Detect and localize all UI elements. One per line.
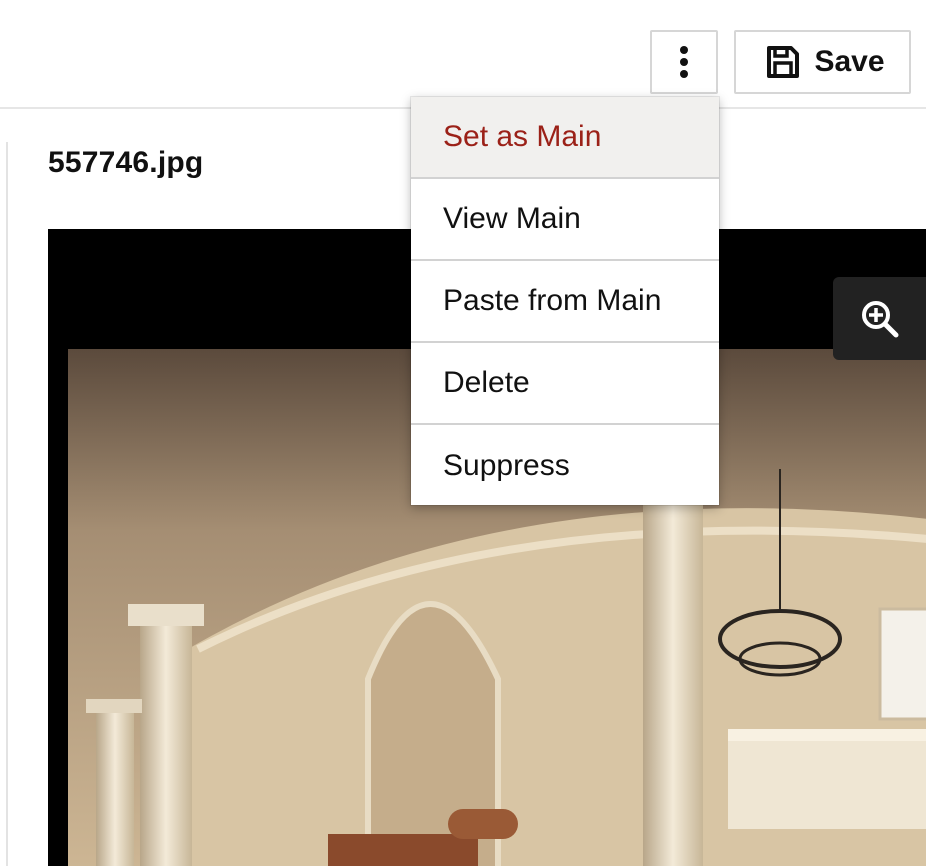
menu-item-label: Set as Main	[443, 120, 602, 153]
file-name: 557746.jpg	[48, 146, 204, 179]
menu-item-delete[interactable]: Delete	[411, 343, 719, 425]
menu-item-view-main[interactable]: View Main	[411, 179, 719, 261]
vertical-ellipsis-icon	[680, 46, 688, 78]
more-options-menu: Set as Main View Main Paste from Main De…	[411, 97, 719, 505]
menu-item-set-as-main[interactable]: Set as Main	[411, 97, 719, 179]
floppy-disk-icon	[767, 46, 800, 78]
save-button[interactable]: Save	[734, 30, 911, 94]
top-toolbar: Save	[0, 0, 926, 109]
zoom-in-button[interactable]	[833, 277, 926, 360]
menu-item-label: Paste from Main	[443, 284, 662, 317]
menu-item-label: Delete	[443, 366, 530, 399]
menu-item-paste-from-main[interactable]: Paste from Main	[411, 261, 719, 343]
zoom-in-icon	[861, 300, 898, 337]
more-options-button[interactable]	[650, 30, 718, 94]
menu-item-suppress[interactable]: Suppress	[411, 425, 719, 507]
menu-item-label: View Main	[443, 202, 581, 235]
save-label: Save	[814, 45, 885, 78]
panel-divider	[6, 142, 8, 866]
menu-item-label: Suppress	[443, 449, 570, 482]
